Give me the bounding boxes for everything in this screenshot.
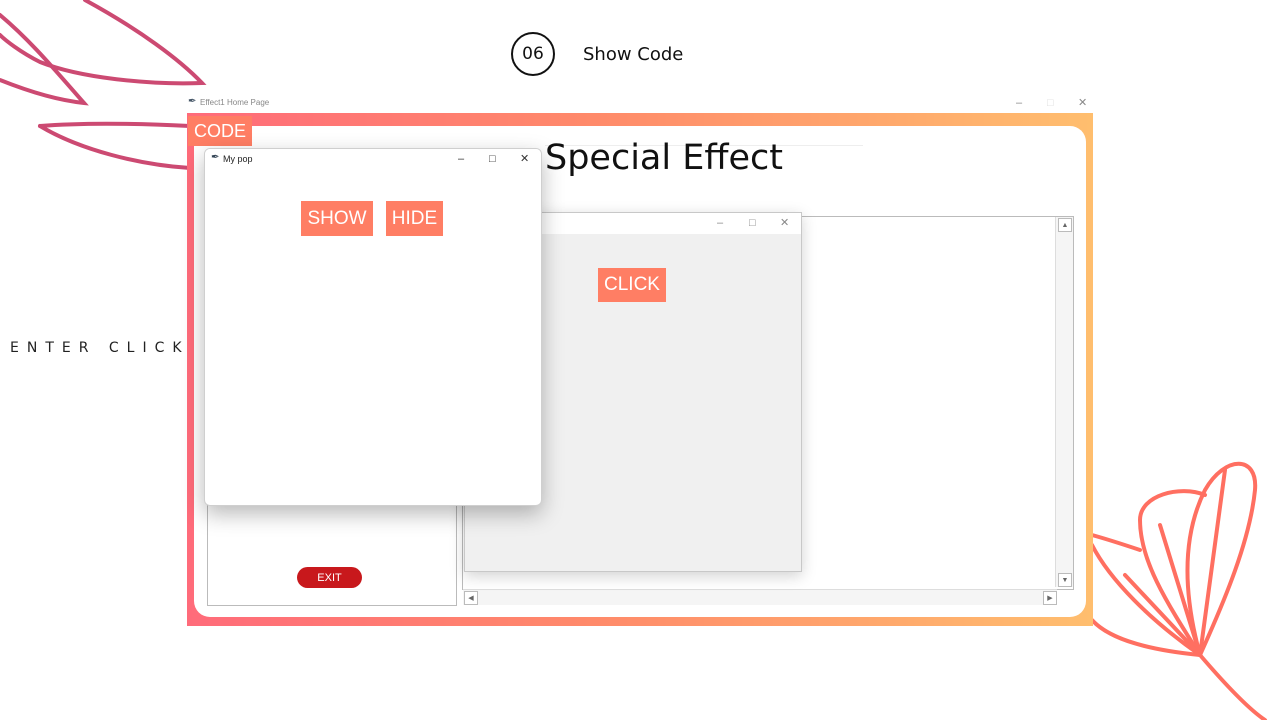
scroll-up-icon[interactable]: ▲ — [1058, 218, 1072, 232]
minimize-button[interactable]: – — [717, 218, 723, 229]
horizontal-scrollbar[interactable]: ◀ ▶ — [463, 589, 1057, 605]
left-panel — [207, 500, 457, 606]
slide-title: Show Code — [583, 44, 684, 65]
maximize-button[interactable]: □ — [749, 218, 756, 229]
my-pop-titlebar: ✒ My pop – □ ✕ — [205, 149, 541, 169]
vertical-scrollbar[interactable]: ▲ ▼ — [1055, 217, 1073, 587]
maximize-button[interactable]: □ — [489, 154, 496, 165]
main-window-title: Effect1 Home Page — [200, 98, 270, 107]
minimize-button[interactable]: – — [1016, 98, 1022, 109]
scroll-right-icon[interactable]: ▶ — [1043, 591, 1057, 605]
maximize-button[interactable]: □ — [1047, 98, 1054, 109]
hide-button[interactable]: HIDE — [386, 201, 443, 236]
show-button[interactable]: SHOW — [301, 201, 373, 236]
side-caption: ENTER CLICK — [10, 340, 190, 356]
app-heading: Special Effect — [545, 138, 783, 178]
coral-leaf-decoration — [1090, 461, 1267, 720]
my-pop-window: ✒ My pop – □ ✕ SHOW HIDE — [204, 148, 542, 506]
my-pop-title: My pop — [223, 154, 253, 164]
scroll-left-icon[interactable]: ◀ — [464, 591, 478, 605]
exit-button[interactable]: EXIT — [297, 567, 362, 588]
code-tag: CODE — [188, 116, 252, 146]
close-button[interactable]: ✕ — [520, 154, 529, 165]
minimize-button[interactable]: – — [458, 154, 464, 165]
slide-number: 06 — [522, 44, 544, 64]
close-button[interactable]: ✕ — [780, 218, 789, 229]
close-button[interactable]: ✕ — [1078, 98, 1087, 109]
scroll-down-icon[interactable]: ▼ — [1058, 573, 1072, 587]
click-button[interactable]: CLICK — [598, 268, 666, 302]
slide-number-badge: 06 — [511, 32, 555, 76]
feather-icon: ✒ — [211, 152, 220, 163]
pink-leaf-decoration — [0, 0, 207, 170]
main-window-titlebar: ✒ Effect1 Home Page – □ ✕ — [187, 95, 1093, 113]
feather-icon: ✒ — [188, 96, 197, 107]
